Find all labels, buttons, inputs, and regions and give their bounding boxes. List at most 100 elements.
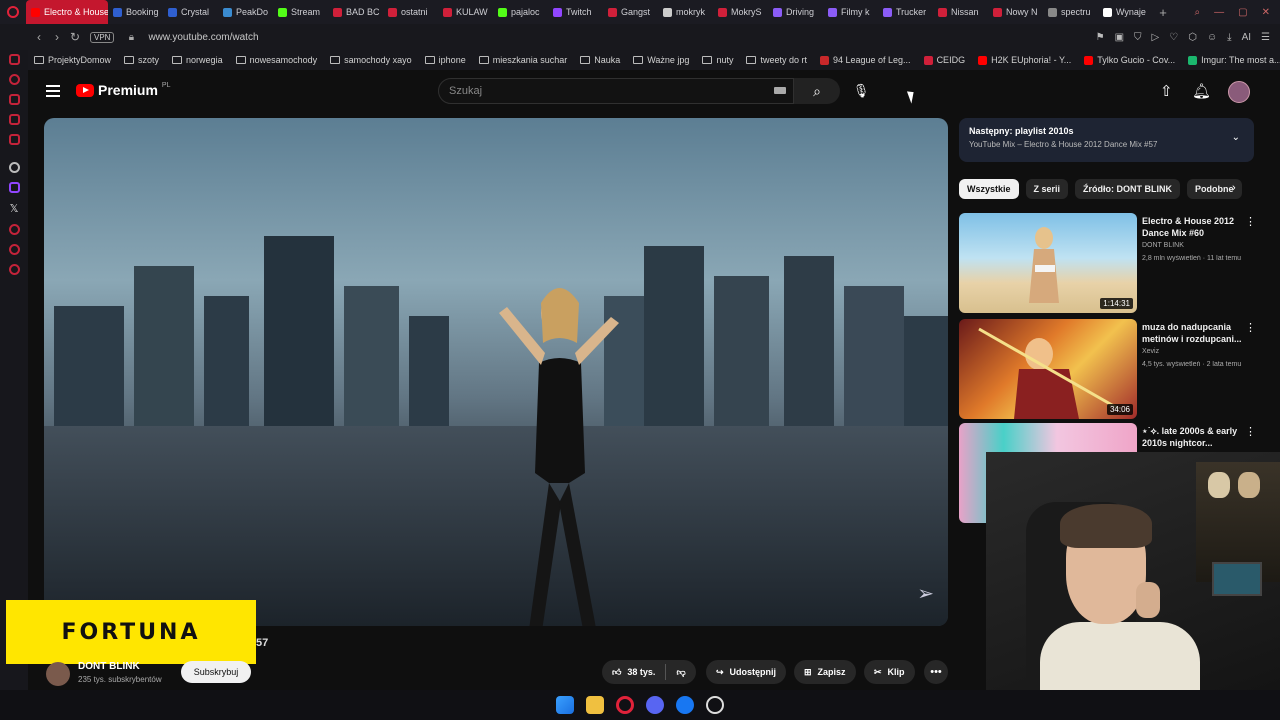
tab-17[interactable]: Nowy N xyxy=(988,0,1043,24)
bookmark-8[interactable]: Ważne jpg xyxy=(633,55,689,65)
windows-start-icon[interactable] xyxy=(556,696,574,714)
kebab-menu-icon[interactable]: ⋮ xyxy=(1245,215,1256,228)
tab-8[interactable]: pajaloc xyxy=(493,0,548,24)
facebook-icon[interactable] xyxy=(676,696,694,714)
extensions-icon[interactable]: ⬡ xyxy=(1188,32,1197,43)
tab-11[interactable]: mokryk xyxy=(658,0,713,24)
recommendation-title[interactable]: ⋆˙⟡. late 2000s & early 2010s nightcor..… xyxy=(1142,425,1252,449)
chatgpt-icon[interactable] xyxy=(8,162,20,173)
tab-14[interactable]: Filmy k xyxy=(823,0,878,24)
recommendation-item[interactable]: 34:06 muza do nadupcania metinów i rozdu… xyxy=(959,319,1259,419)
bookmark-10[interactable]: tweety do rt xyxy=(746,55,807,65)
account-avatar[interactable] xyxy=(1228,81,1250,103)
send-icon[interactable]: ➢ xyxy=(917,581,934,606)
bookmark-13[interactable]: H2K EUphoria! - Y... xyxy=(978,55,1071,65)
channel-avatar[interactable] xyxy=(46,662,70,686)
vpn-badge[interactable]: VPN xyxy=(90,31,115,43)
like-icon[interactable]: 👍︎ xyxy=(612,667,621,678)
youtube-logo[interactable]: Premium PL xyxy=(76,82,170,98)
minimize-icon[interactable]: — xyxy=(1214,7,1224,18)
channel-name[interactable]: DONT BLINK xyxy=(78,661,140,672)
twitch-icon[interactable] xyxy=(8,182,20,193)
video-player[interactable]: ➢ xyxy=(44,118,948,626)
bookmark-6[interactable]: mieszkania suchar xyxy=(478,55,567,65)
bookmark-14[interactable]: Tylko Gucio - Cov... xyxy=(1084,55,1175,65)
search-tabs-icon[interactable]: ⌕ xyxy=(1195,7,1201,18)
search-button[interactable]: ⌕ xyxy=(794,78,840,104)
more-actions-icon[interactable]: ••• xyxy=(924,660,948,684)
bookmark-3[interactable]: nowesamochody xyxy=(235,55,317,65)
playlist-up-next[interactable]: Następny: playlist 2010s YouTube Mix – E… xyxy=(959,118,1254,162)
bookmark-15[interactable]: Imgur: The most a... xyxy=(1188,55,1280,65)
tab-18[interactable]: spectru xyxy=(1043,0,1098,24)
clip-button[interactable]: ✂ Klip xyxy=(864,660,915,684)
tab-0[interactable]: Electro & House xyxy=(26,0,108,24)
profile-icon[interactable]: ☺ xyxy=(1207,32,1217,43)
close-window-icon[interactable]: ✕ xyxy=(1262,7,1270,18)
tab-2[interactable]: Crystal xyxy=(163,0,218,24)
tab-4[interactable]: Stream xyxy=(273,0,328,24)
player-sidebar-icon[interactable] xyxy=(8,244,20,255)
recommendation-channel[interactable]: Xeviz xyxy=(1142,348,1159,355)
search-input[interactable]: Szukaj xyxy=(438,78,794,104)
settings-icon[interactable] xyxy=(8,264,20,275)
ai-button[interactable]: AI xyxy=(1242,32,1251,43)
voice-search-button[interactable]: 🎙︎ xyxy=(848,78,874,104)
bookmark-11[interactable]: 94 League of Leg... xyxy=(819,55,911,65)
bookmark-icon[interactable]: ⚑ xyxy=(1096,32,1105,43)
keyboard-icon[interactable] xyxy=(774,87,786,94)
bookmark-7[interactable]: Nauka xyxy=(580,55,620,65)
x-icon[interactable]: 𝕏 xyxy=(10,202,19,215)
bookmark-4[interactable]: samochody xayo xyxy=(330,55,412,65)
tab-3[interactable]: PeakDo xyxy=(218,0,273,24)
maximize-icon[interactable]: ▢ xyxy=(1238,7,1247,18)
chevron-down-icon[interactable]: ⌄ xyxy=(1232,132,1240,143)
reload-icon[interactable]: ↻ xyxy=(66,30,84,44)
bookmark-1[interactable]: szoty xyxy=(124,55,159,65)
history-icon[interactable] xyxy=(8,74,20,85)
dislike-icon[interactable]: 👎︎ xyxy=(676,667,685,678)
tab-16[interactable]: Nissan xyxy=(933,0,988,24)
gmail-icon[interactable] xyxy=(8,134,20,145)
recommendation-title[interactable]: Electro & House 2012 Dance Mix #60 xyxy=(1142,215,1252,239)
bookmark-12[interactable]: CEIDG xyxy=(923,55,965,65)
bookmark-0[interactable]: ProjektyDomow xyxy=(34,55,111,65)
recommendation-title[interactable]: muza do nadupcania metinów i rozdupcani.… xyxy=(1142,321,1252,345)
subscribe-button[interactable]: Subskrybuj xyxy=(181,661,251,683)
recommendation-channel[interactable]: DONT BLINK xyxy=(1142,242,1184,249)
hamburger-menu-icon[interactable] xyxy=(46,85,60,97)
opera-taskbar-icon[interactable] xyxy=(616,696,634,714)
tab-9[interactable]: Twitch xyxy=(548,0,603,24)
tab-7[interactable]: KULAW xyxy=(438,0,493,24)
chrome-icon[interactable] xyxy=(706,696,724,714)
download-icon[interactable]: ⤓ xyxy=(1227,32,1231,43)
snapshot-icon[interactable]: ▣ xyxy=(1115,32,1124,43)
player-icon[interactable]: ▷ xyxy=(1152,32,1160,43)
tab-19[interactable]: Wynaje xyxy=(1098,0,1153,24)
bookmark-2[interactable]: norwegia xyxy=(172,55,223,65)
bookmark-5[interactable]: iphone xyxy=(424,55,466,65)
tab-10[interactable]: Gangst xyxy=(603,0,658,24)
recommendation-item[interactable]: 1:14:31 Electro & House 2012 Dance Mix #… xyxy=(959,213,1259,313)
url-field[interactable]: www.youtube.com/watch xyxy=(148,32,258,43)
kebab-menu-icon[interactable]: ⋮ xyxy=(1245,425,1256,438)
back-icon[interactable]: ‹ xyxy=(30,30,48,44)
tab-6[interactable]: ostatni xyxy=(383,0,438,24)
discord-icon[interactable] xyxy=(646,696,664,714)
tab-1[interactable]: Booking xyxy=(108,0,163,24)
chip-1[interactable]: Z serii xyxy=(1025,179,1069,199)
chip-2[interactable]: Źródło: DONT BLINK xyxy=(1075,179,1181,199)
chip-0[interactable]: Wszystkie xyxy=(959,179,1019,199)
share-button[interactable]: ↪ Udostępnij xyxy=(706,660,787,684)
clock-icon[interactable] xyxy=(8,224,20,235)
file-explorer-icon[interactable] xyxy=(586,696,604,714)
wallet-icon[interactable] xyxy=(8,94,20,105)
chevron-right-icon[interactable]: › xyxy=(1232,182,1236,194)
upload-icon[interactable]: ⇧ xyxy=(1160,82,1173,100)
save-button[interactable]: ⊞ Zapisz xyxy=(794,660,856,684)
tab-13[interactable]: Driving xyxy=(768,0,823,24)
thumbnail[interactable]: 34:06 xyxy=(959,319,1137,419)
menu-icon[interactable]: ☰ xyxy=(1261,32,1270,43)
kebab-menu-icon[interactable]: ⋮ xyxy=(1245,321,1256,334)
new-tab-button[interactable]: + xyxy=(1153,5,1173,20)
